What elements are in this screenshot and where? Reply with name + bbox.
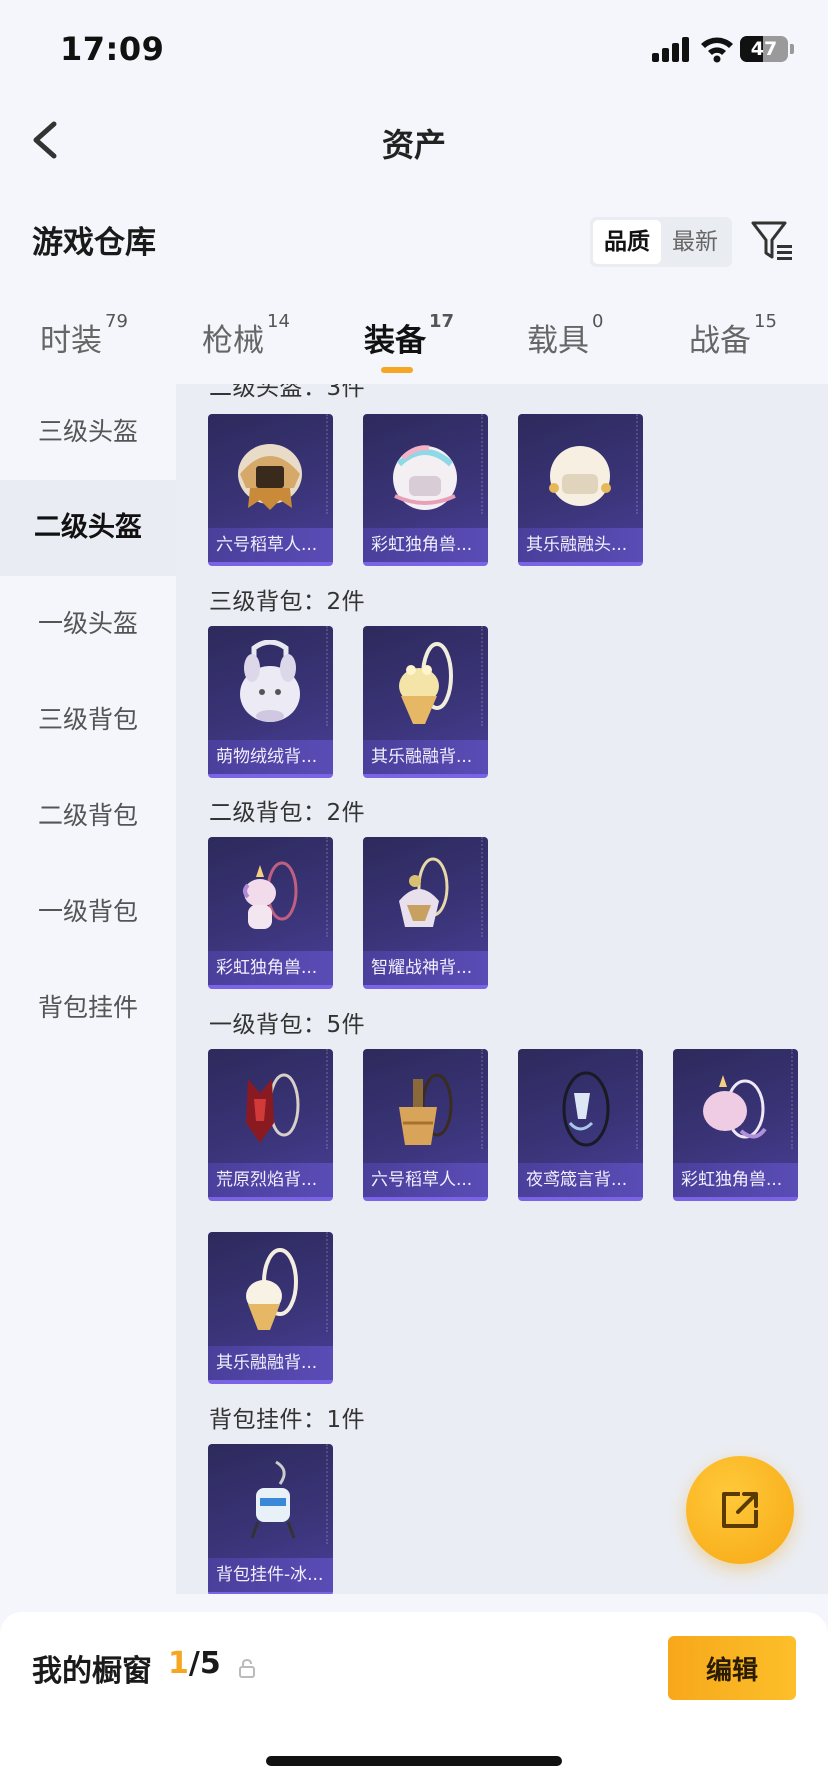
share-external-icon [722, 1492, 758, 1528]
flame-backpack-icon [246, 1073, 300, 1143]
sidebar-item-level3-backpack[interactable]: 三级背包 [0, 672, 176, 768]
item-name: 夜鸢箴言背... [518, 1163, 643, 1197]
group-title: 背包挂件：1件 [209, 1407, 366, 1433]
item-card[interactable]: 彩虹独角兽... [363, 414, 488, 566]
item-name: 其乐融融背... [363, 740, 488, 774]
item-card[interactable]: 彩虹独角兽... [673, 1049, 798, 1201]
item-card[interactable]: 智耀战神背... [363, 837, 488, 989]
tab-firearms[interactable]: 枪械14 [202, 311, 290, 360]
item-name: 彩虹独角兽... [363, 528, 488, 562]
tab-count: 15 [754, 311, 777, 332]
sort-newest-option[interactable]: 最新 [661, 220, 729, 264]
item-name: 彩虹独角兽... [673, 1163, 798, 1197]
item-name: 背包挂件-冰... [208, 1558, 333, 1592]
item-card[interactable]: 六号稻草人... [363, 1049, 488, 1201]
item-card[interactable]: 夜鸢箴言背... [518, 1049, 643, 1201]
warehouse-header: 游戏仓库 品质 最新 [0, 205, 828, 275]
showcase-count: 1/5 [168, 1646, 221, 1681]
edit-button[interactable]: 编辑 [668, 1636, 796, 1700]
filter-icon[interactable] [750, 219, 794, 263]
kite-backpack-icon [562, 1071, 610, 1147]
nav-bar: 资产 [0, 100, 828, 180]
tab-count: 79 [105, 311, 128, 332]
group-title: 二级背包：2件 [209, 800, 366, 826]
tab-label: 枪械 [202, 323, 264, 359]
item-card[interactable]: 六号稻草人... [208, 414, 333, 566]
wisdom-backpack-icon [399, 857, 449, 927]
tab-vehicles[interactable]: 载具0 [527, 311, 603, 360]
unicorn-helmet-icon [393, 445, 457, 510]
item-name: 其乐融融头... [518, 528, 643, 562]
item-name: 荒原烈焰背... [208, 1163, 333, 1197]
cream-backpack-icon [399, 642, 453, 724]
sidebar-item-level1-backpack[interactable]: 一级背包 [0, 864, 176, 960]
sidebar-item-level2-backpack[interactable]: 二级背包 [0, 768, 176, 864]
item-name: 智耀战神背... [363, 951, 488, 985]
showcase-current: 1 [168, 1646, 189, 1681]
tab-label: 载具 [527, 323, 589, 359]
item-name: 萌物绒绒背... [208, 740, 333, 774]
tab-combat-gear[interactable]: 战备15 [689, 311, 777, 360]
status-bar: 17:09 47 [0, 0, 828, 96]
showcase-total: /5 [188, 1646, 221, 1681]
unicorn-backpack-icon [243, 861, 298, 929]
item-card[interactable]: 荒原烈焰背... [208, 1049, 333, 1201]
tab-fashion[interactable]: 时装79 [40, 311, 128, 360]
tab-label: 时装 [40, 323, 102, 359]
scarecrow-helmet-icon [238, 444, 302, 510]
share-fab[interactable] [686, 1456, 794, 1564]
item-card[interactable]: 萌物绒绒背... [208, 626, 333, 778]
active-tab-indicator [381, 367, 413, 373]
tab-count: 0 [592, 311, 604, 332]
item-card[interactable]: 背包挂件-冰... [208, 1444, 333, 1594]
cellular-signal-icon [652, 36, 692, 62]
sidebar-item-level3-helmet[interactable]: 三级头盔 [0, 384, 176, 480]
status-time: 17:09 [60, 30, 165, 68]
battery-icon: 47 [740, 36, 788, 62]
lock-icon [239, 1658, 255, 1678]
tab-label: 装备 [364, 323, 426, 359]
battery-percent: 47 [750, 38, 778, 60]
tab-equipment[interactable]: 装备17 [364, 311, 454, 360]
group-title: 三级背包：2件 [209, 589, 366, 615]
cream-helmet-icon [549, 446, 611, 506]
plush-backpack-icon [240, 640, 300, 722]
item-card[interactable]: 其乐融融头... [518, 414, 643, 566]
sidebar-item-level1-helmet[interactable]: 一级头盔 [0, 576, 176, 672]
item-card[interactable]: 其乐融融背... [363, 626, 488, 778]
sort-quality-option[interactable]: 品质 [593, 220, 661, 264]
category-tabs: 时装79 枪械14 装备17 载具0 战备15 [0, 305, 828, 383]
item-name: 六号稻草人... [208, 528, 333, 562]
sidebar-item-level2-helmet[interactable]: 二级头盔 [0, 480, 176, 576]
item-grid: 二级头盔：3件 六号稻草人... 彩虹独角兽... 其乐融融头... 三级背包：… [176, 384, 828, 1594]
sort-toggle: 品质 最新 [590, 217, 732, 267]
warehouse-title: 游戏仓库 [32, 225, 156, 261]
home-indicator [266, 1756, 562, 1766]
ice-charm-icon [250, 1460, 296, 1539]
showcase-label: 我的橱窗 [32, 1654, 152, 1689]
sidebar-item-backpack-charm[interactable]: 背包挂件 [0, 960, 176, 1056]
sidebar: 三级头盔 二级头盔 一级头盔 三级背包 二级背包 一级背包 背包挂件 [0, 384, 176, 1610]
tab-count: 14 [267, 311, 290, 332]
group-title: 一级背包：5件 [209, 1012, 366, 1038]
cream-bag-icon [246, 1248, 298, 1330]
unicorn-bag-icon [703, 1075, 767, 1139]
tab-count: 17 [429, 311, 455, 332]
item-name: 六号稻草人... [363, 1163, 488, 1197]
battery-tip [790, 44, 794, 54]
tab-label: 战备 [689, 323, 751, 359]
scarecrow-backpack-icon [399, 1073, 453, 1145]
group-title: 二级头盔：3件 [209, 384, 366, 401]
item-card[interactable]: 其乐融融背... [208, 1232, 333, 1384]
page-title: 资产 [381, 126, 446, 164]
wifi-icon [701, 37, 733, 63]
item-name: 其乐融融背... [208, 1346, 333, 1380]
item-card[interactable]: 彩虹独角兽... [208, 837, 333, 989]
item-name: 彩虹独角兽... [208, 951, 333, 985]
